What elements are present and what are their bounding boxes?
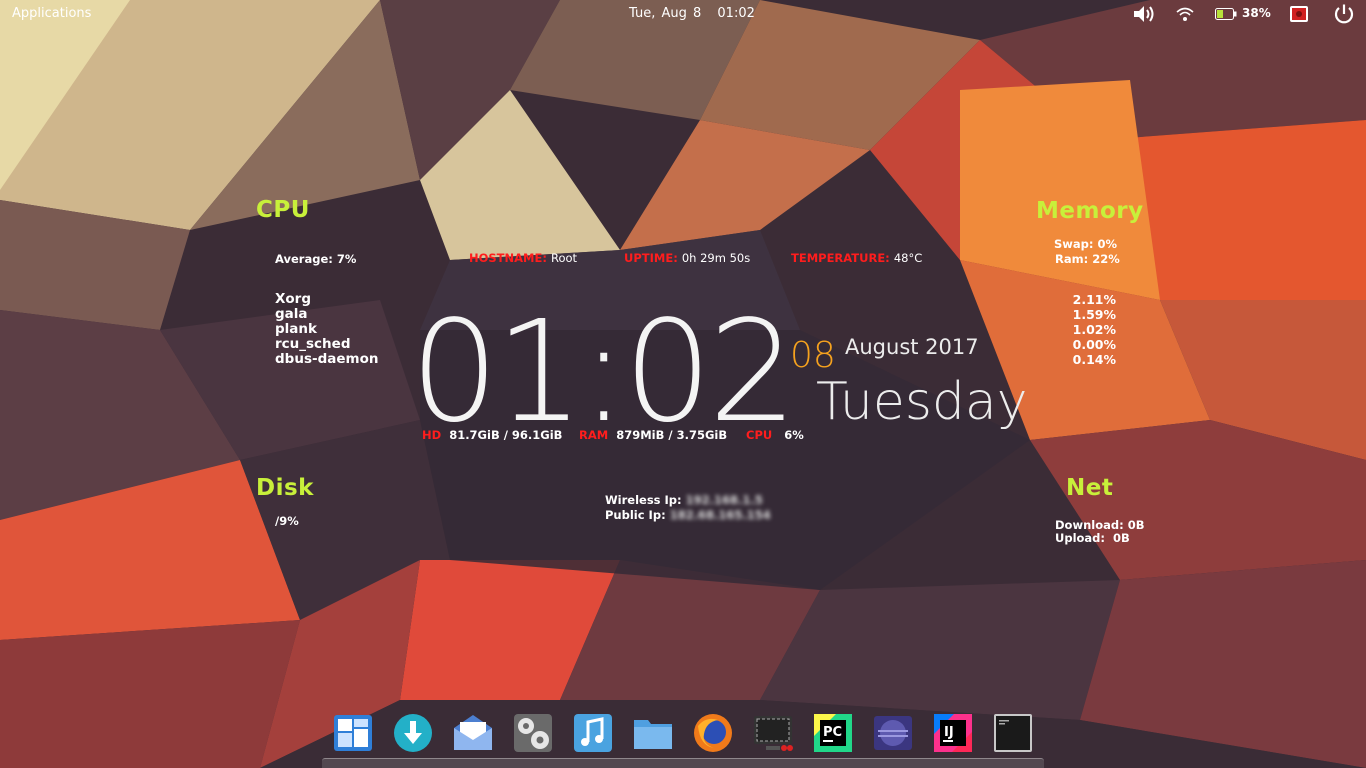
process-name: plank bbox=[275, 321, 317, 337]
process-mem-value: 2.11% bbox=[1072, 292, 1116, 307]
temperature-label: TEMPERATURE: bbox=[791, 251, 890, 265]
uptime-value: 0h 29m 50s bbox=[681, 251, 751, 265]
battery-icon[interactable] bbox=[1215, 0, 1237, 28]
ram-usage: Ram: 22% bbox=[1055, 252, 1120, 266]
conky-clock: 01:02 bbox=[410, 291, 797, 454]
memory-title: Memory bbox=[1036, 198, 1144, 224]
hd-label: HD bbox=[422, 428, 442, 442]
swap-usage: Swap: 0% bbox=[1054, 237, 1118, 251]
panel-date: Tue, Aug 8 bbox=[629, 6, 702, 21]
hostname-label: HOSTNAME: bbox=[469, 251, 547, 265]
appcenter-icon[interactable] bbox=[392, 712, 434, 754]
settings-icon[interactable] bbox=[512, 712, 554, 754]
wireless-ip-value: 192.168.1.5 bbox=[685, 493, 763, 507]
memory-process-values: 2.11% 1.59% 1.02% 0.00% 0.14% bbox=[1060, 292, 1116, 367]
svg-text:PC: PC bbox=[823, 725, 842, 740]
multitasking-view-icon[interactable] bbox=[332, 712, 374, 754]
cpu-average-label: Average: bbox=[275, 252, 333, 266]
wireless-ip: Wireless Ip: 192.168.1.5 bbox=[605, 493, 763, 507]
ram-value: 879MiB / 3.75GiB bbox=[616, 428, 728, 442]
public-ip-value: 182.68.165.154 bbox=[669, 508, 771, 522]
svg-text:IJ: IJ bbox=[944, 725, 954, 740]
panel-clock[interactable]: Tue, Aug 8 01:02 bbox=[629, 6, 765, 21]
panel-time: 01:02 bbox=[717, 6, 755, 21]
process-mem-value: 0.00% bbox=[1072, 337, 1116, 352]
uptime-info: UPTIME: 0h 29m 50s bbox=[624, 251, 750, 265]
intellij-icon[interactable]: IJ bbox=[932, 712, 974, 754]
wireless-ip-label: Wireless Ip: bbox=[605, 493, 682, 507]
process-mem-value: 1.59% bbox=[1072, 307, 1116, 322]
process-mem-value: 0.14% bbox=[1072, 352, 1116, 367]
disk-title: Disk bbox=[256, 475, 314, 501]
video-icon[interactable] bbox=[872, 712, 914, 754]
public-ip: Public Ip: 182.68.165.154 bbox=[605, 508, 771, 522]
ram-label: RAM bbox=[579, 428, 609, 442]
applications-menu[interactable]: Applications bbox=[12, 6, 91, 21]
ram-stat: RAM 879MiB / 3.75GiB bbox=[579, 428, 727, 442]
uptime-label: UPTIME: bbox=[624, 251, 678, 265]
hd-value: 81.7GiB / 96.1GiB bbox=[449, 428, 563, 442]
disk-usage: /9% bbox=[275, 514, 299, 528]
battery-percent: 38% bbox=[1242, 6, 1271, 20]
music-icon[interactable] bbox=[572, 712, 614, 754]
process-name: rcu_sched bbox=[275, 336, 351, 352]
day-number: 08 bbox=[790, 335, 836, 376]
cpu-stat: CPU 6% bbox=[746, 428, 804, 442]
net-title: Net bbox=[1066, 475, 1114, 501]
process-name: gala bbox=[275, 306, 308, 322]
dock bbox=[322, 758, 1044, 768]
hd-stat: HD 81.7GiB / 96.1GiB bbox=[422, 428, 562, 442]
hostname-info: HOSTNAME: Root bbox=[469, 251, 577, 265]
screenshot-icon[interactable] bbox=[752, 712, 794, 754]
hostname-value: Root bbox=[550, 251, 578, 265]
firefox-icon[interactable] bbox=[692, 712, 734, 754]
mail-icon[interactable] bbox=[452, 712, 494, 754]
download-rate: Download: 0B bbox=[1055, 518, 1145, 532]
temperature-info: TEMPERATURE: 48°C bbox=[791, 251, 922, 265]
wifi-icon[interactable] bbox=[1176, 0, 1194, 28]
process-mem-value: 1.02% bbox=[1072, 322, 1116, 337]
pycharm-icon[interactable]: PC bbox=[812, 712, 854, 754]
cpu-stat-label: CPU bbox=[746, 428, 773, 442]
cpu-stat-value: 6% bbox=[784, 428, 804, 442]
public-ip-label: Public Ip: bbox=[605, 508, 666, 522]
process-name: Xorg bbox=[275, 291, 312, 307]
weekday: Tuesday bbox=[816, 372, 1028, 432]
top-panel: Applications Tue, Aug 8 01:02 38% bbox=[0, 0, 1366, 28]
temperature-value: 48°C bbox=[893, 251, 923, 265]
month-year: August 2017 bbox=[845, 335, 979, 359]
power-icon[interactable] bbox=[1333, 0, 1355, 28]
cpu-process-list: Xorg gala plank rcu_sched dbus-daemon bbox=[275, 292, 378, 367]
cpu-average: Average: 7% bbox=[275, 252, 356, 266]
files-icon[interactable] bbox=[632, 712, 674, 754]
notification-icon[interactable] bbox=[1289, 0, 1309, 28]
process-name: dbus-daemon bbox=[275, 351, 379, 367]
upload-rate: Upload: 0B bbox=[1055, 531, 1130, 545]
volume-icon[interactable] bbox=[1132, 0, 1156, 28]
terminal-icon[interactable] bbox=[992, 712, 1034, 754]
cpu-title: CPU bbox=[256, 197, 310, 223]
cpu-average-value: 7% bbox=[336, 252, 357, 266]
